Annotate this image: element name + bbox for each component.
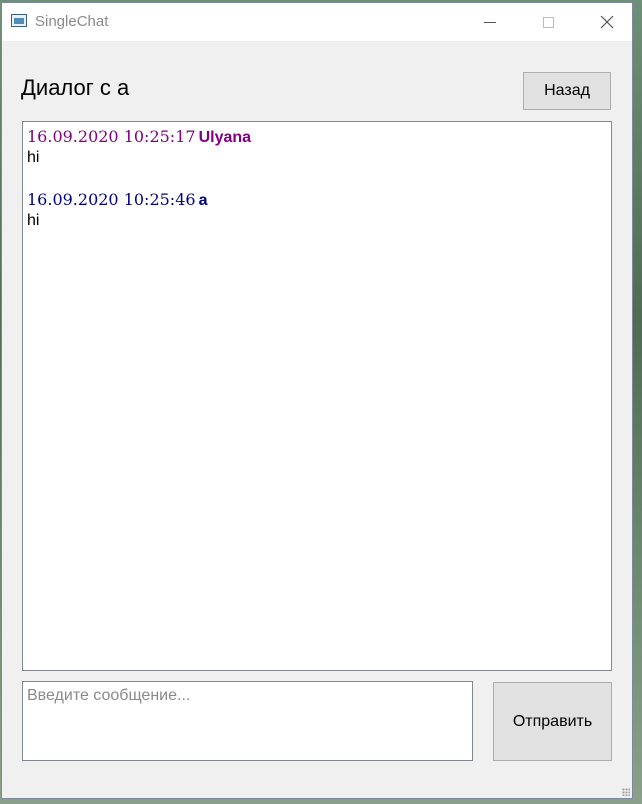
message-author: Ulyana [198,129,252,146]
message-timestamp: 16.09.2020 10:25:17 [27,127,196,146]
minimize-button[interactable] [467,3,513,41]
back-button[interactable]: Назад [523,72,611,110]
message-text: hi [27,149,40,166]
app-window-icon [11,14,27,27]
chat-message: 16.09.2020 10:25:46 a hi [27,190,607,231]
chat-history[interactable]: 16.09.2020 10:25:17 Ulyana hi 16.09.2020 … [22,121,612,671]
message-text: hi [27,212,40,229]
message-timestamp: 16.09.2020 10:25:46 [27,190,196,209]
send-button[interactable]: Отправить [493,682,612,761]
message-header: 16.09.2020 10:25:46 a [27,190,607,211]
app-window: SingleChat Диалог с а Назад 16.09.2020 1… [1,2,633,799]
maximize-button[interactable] [525,3,571,41]
window-title: SingleChat [35,13,109,30]
maximize-icon [542,16,554,28]
resize-grip-icon[interactable] [622,788,630,796]
close-icon [600,15,614,29]
message-header: 16.09.2020 10:25:17 Ulyana [27,127,607,148]
title-bar[interactable]: SingleChat [2,3,632,41]
close-button[interactable] [584,3,630,41]
minimize-icon [484,21,496,23]
message-author: a [198,192,208,209]
page-title: Диалог с а [21,75,130,100]
message-input[interactable] [22,681,473,761]
chat-message: 16.09.2020 10:25:17 Ulyana hi [27,127,607,168]
